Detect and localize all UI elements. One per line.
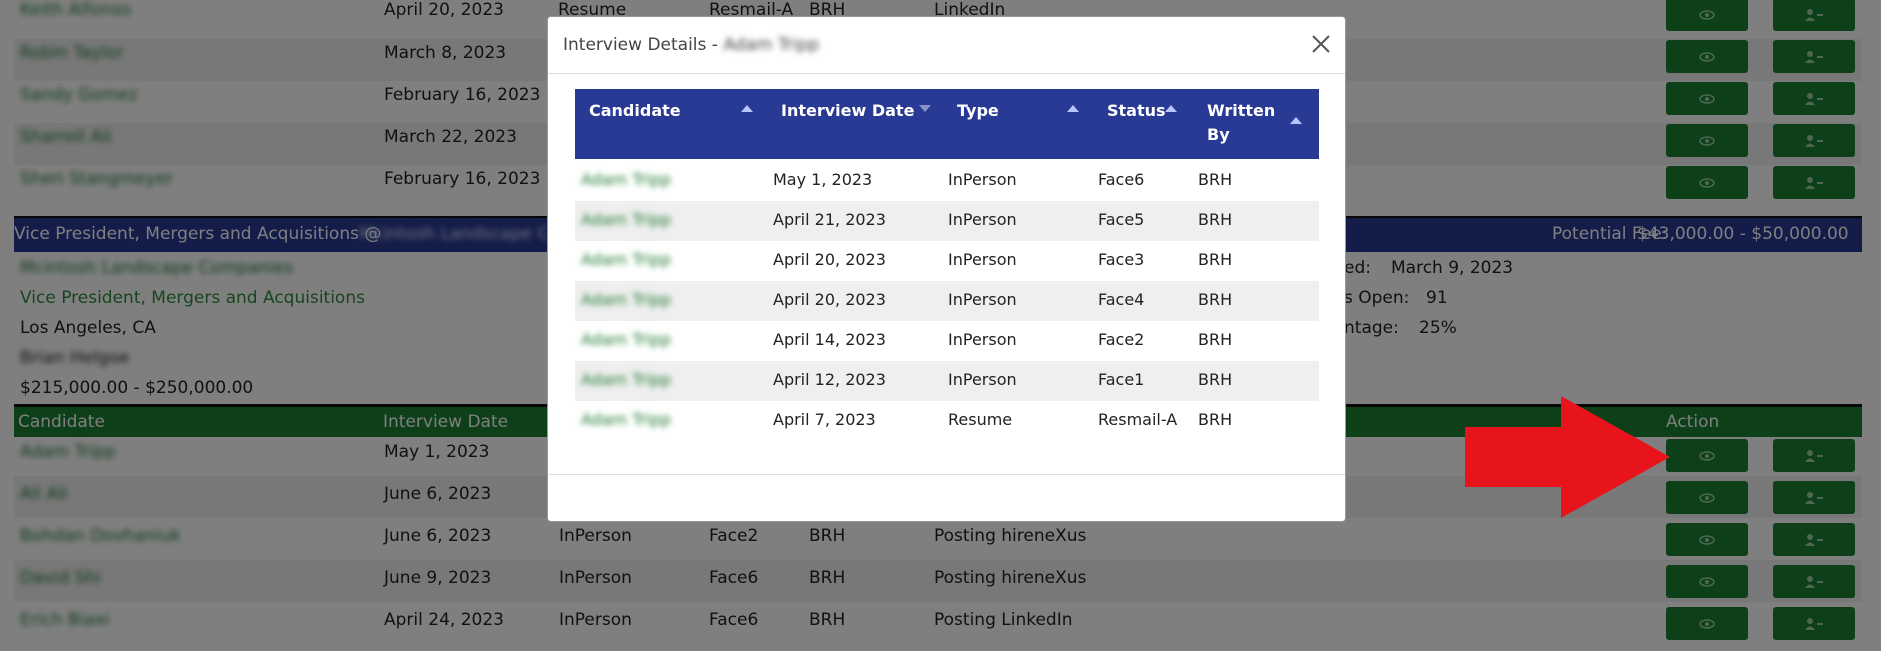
table-row: Adam Tripp May 1, 2023 InPerson Face6 BRH xyxy=(575,161,1319,201)
column-header-written-by[interactable]: Written By xyxy=(1207,99,1275,147)
interview-status: Face2 xyxy=(1098,330,1145,349)
table-row: Adam Tripp April 21, 2023 InPerson Face5 BRH xyxy=(575,201,1319,241)
interview-details-modal: Interview Details - Adam Tripp Candidate… xyxy=(547,16,1346,522)
written-by: BRH xyxy=(1198,330,1233,349)
table-row: Adam Tripp April 20, 2023 InPerson Face3 BRH xyxy=(575,241,1319,281)
interview-status: Face3 xyxy=(1098,250,1145,269)
written-by: BRH xyxy=(1198,250,1233,269)
candidate-link[interactable]: Adam Tripp xyxy=(581,330,671,349)
sort-asc-icon[interactable] xyxy=(1290,117,1302,124)
written-by: BRH xyxy=(1198,170,1233,189)
interview-date: April 7, 2023 xyxy=(773,410,876,429)
column-header-interview-date[interactable]: Interview Date xyxy=(781,99,914,123)
interview-status: Face1 xyxy=(1098,370,1145,389)
written-by: BRH xyxy=(1198,410,1233,429)
red-arrow-annotation xyxy=(1465,396,1670,518)
sort-asc-icon[interactable] xyxy=(1165,105,1177,112)
interview-date: April 20, 2023 xyxy=(773,250,886,269)
modal-title: Interview Details - Adam Tripp xyxy=(563,35,819,55)
sort-desc-icon[interactable] xyxy=(919,105,931,112)
candidate-link[interactable]: Adam Tripp xyxy=(581,290,671,309)
column-header-type[interactable]: Type xyxy=(957,99,999,123)
interview-status: Face6 xyxy=(1098,170,1145,189)
column-header-status[interactable]: Status xyxy=(1107,99,1166,123)
interview-type: InPerson xyxy=(948,370,1017,389)
interview-type: InPerson xyxy=(948,250,1017,269)
table-row: Adam Tripp April 14, 2023 InPerson Face2 BRH xyxy=(575,321,1319,361)
column-header-candidate[interactable]: Candidate xyxy=(589,99,681,123)
interview-type: InPerson xyxy=(948,330,1017,349)
modal-footer-divider xyxy=(548,474,1345,475)
candidate-link[interactable]: Adam Tripp xyxy=(581,410,671,429)
interview-type: InPerson xyxy=(948,210,1017,229)
interview-details-table-header: Candidate Interview Date Type Status Wri… xyxy=(575,89,1319,159)
written-by: BRH xyxy=(1198,290,1233,309)
interview-date: May 1, 2023 xyxy=(773,170,873,189)
interview-date: April 20, 2023 xyxy=(773,290,886,309)
interview-date: April 12, 2023 xyxy=(773,370,886,389)
written-by-line2: By xyxy=(1207,125,1230,144)
sort-asc-icon[interactable] xyxy=(741,105,753,112)
interview-date: April 21, 2023 xyxy=(773,210,886,229)
written-by: BRH xyxy=(1198,370,1233,389)
candidate-link[interactable]: Adam Tripp xyxy=(581,250,671,269)
candidate-link[interactable]: Adam Tripp xyxy=(581,170,671,189)
interview-type: Resume xyxy=(948,410,1013,429)
modal-title-name: Adam Tripp xyxy=(723,35,820,55)
table-row: Adam Tripp April 7, 2023 Resume Resmail-A BR… xyxy=(575,401,1319,441)
sort-asc-icon[interactable] xyxy=(1067,105,1079,112)
modal-title-prefix: Interview Details - xyxy=(563,35,718,55)
table-row: Adam Tripp April 20, 2023 InPerson Face4 BRH xyxy=(575,281,1319,321)
interview-date: April 14, 2023 xyxy=(773,330,886,349)
interview-status: Face4 xyxy=(1098,290,1145,309)
modal-header-divider xyxy=(548,73,1345,74)
interview-type: InPerson xyxy=(948,290,1017,309)
close-icon[interactable] xyxy=(1310,33,1332,55)
interview-type: InPerson xyxy=(948,170,1017,189)
written-by: BRH xyxy=(1198,210,1233,229)
written-by-line1: Written xyxy=(1207,101,1276,120)
candidate-link[interactable]: Adam Tripp xyxy=(581,210,671,229)
interview-status: Face5 xyxy=(1098,210,1145,229)
table-row: Adam Tripp April 12, 2023 InPerson Face1 BRH xyxy=(575,361,1319,401)
interview-status: Resmail-A xyxy=(1098,410,1178,429)
candidate-link[interactable]: Adam Tripp xyxy=(581,370,671,389)
